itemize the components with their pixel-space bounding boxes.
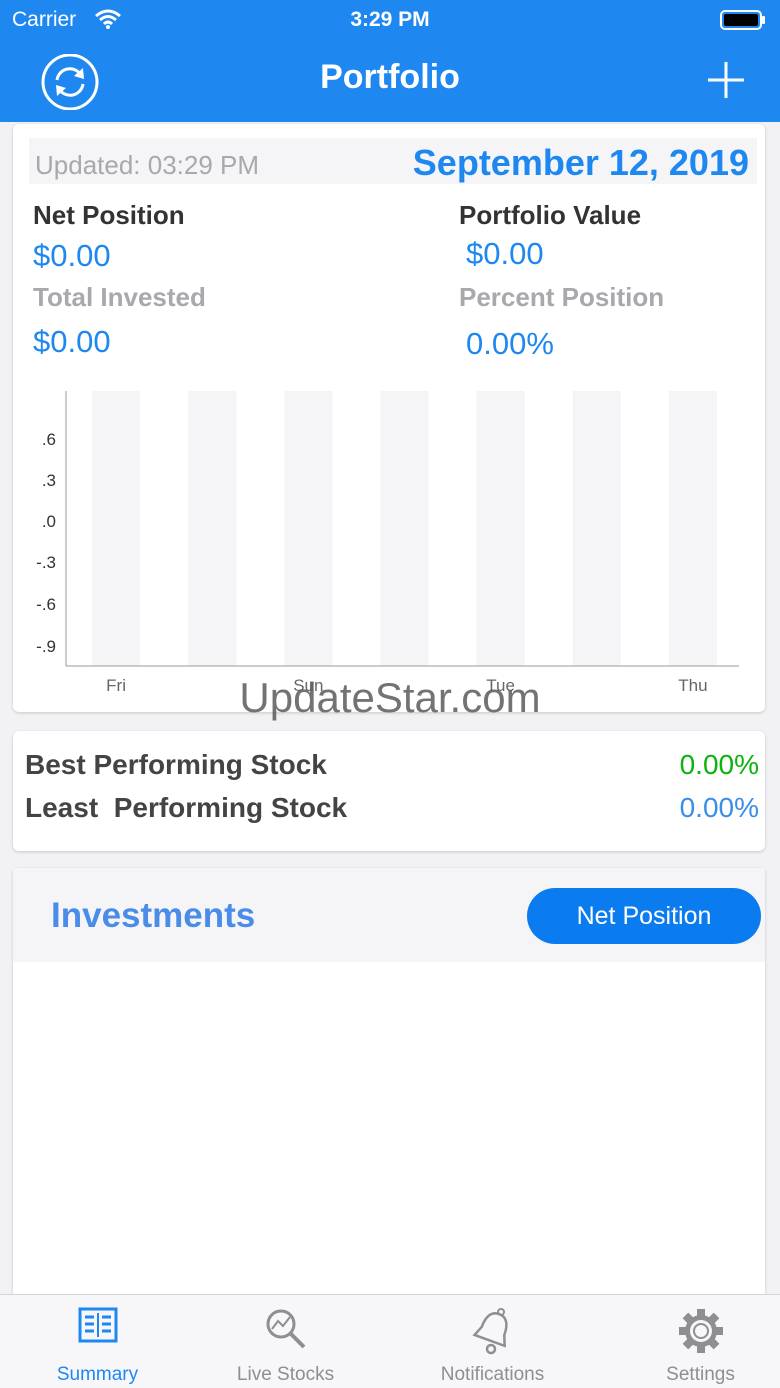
- investments-header: Investments Net Position: [13, 868, 765, 962]
- least-performing-label: Least Performing Stock: [25, 792, 348, 823]
- chart-bar-fri: [92, 391, 141, 666]
- net-position-value: $0.00: [33, 238, 111, 273]
- chart-y-tick-label: -.9: [36, 637, 56, 656]
- chart-bar-wed: [572, 391, 621, 666]
- tab-notifications-label: Notifications: [440, 1364, 545, 1385]
- chart-y-tick-label: .0: [42, 512, 56, 531]
- least-performing-value: 0.00%: [679, 792, 759, 823]
- percent-position-label: Percent Position: [459, 282, 665, 312]
- summary-date: September 12, 2019: [412, 142, 749, 183]
- battery-icon: [720, 10, 766, 35]
- tab-live-stocks[interactable]: Live Stocks: [188, 1295, 383, 1388]
- chart-bar-tue: [476, 391, 525, 666]
- chart-bar-thu: [668, 391, 717, 666]
- nav-bar: Portfolio: [0, 40, 780, 122]
- tab-summary[interactable]: Summary: [0, 1295, 195, 1388]
- gear-icon: [677, 1307, 725, 1360]
- portfolio-value-value: $0.00: [466, 236, 544, 271]
- net-position-button[interactable]: Net Position: [527, 888, 761, 944]
- total-invested-label: Total Invested: [33, 282, 206, 312]
- summary-card: Updated: 03:29 PM September 12, 2019 Net…: [13, 124, 765, 712]
- status-bar: Carrier 3:29 PM: [0, 0, 780, 40]
- performance-card: Best Performing Stock 0.00% Least Perfor…: [13, 731, 765, 851]
- tab-summary-label: Summary: [56, 1364, 139, 1385]
- tab-notifications[interactable]: Notifications: [395, 1295, 590, 1388]
- summary-icon: [78, 1307, 118, 1348]
- best-performing-value: 0.00%: [679, 749, 759, 780]
- live-stocks-icon: [264, 1307, 308, 1356]
- status-time: 3:29 PM: [350, 8, 430, 31]
- investments-list[interactable]: [13, 962, 765, 1298]
- page-title: Portfolio: [320, 58, 460, 96]
- portfolio-value-label: Portfolio Value: [459, 200, 642, 230]
- chart-y-tick-label: -.3: [36, 553, 56, 572]
- portfolio-chart: .6.3.0-.3-.6-.9Fri Sun Tue Thu: [36, 391, 739, 695]
- chart-y-tick-label: -.6: [36, 595, 56, 614]
- tab-live-stocks-label: Live Stocks: [236, 1364, 335, 1385]
- chart-bar-sun: [284, 391, 333, 666]
- best-performing-label: Best Performing Stock: [25, 749, 327, 780]
- percent-position-value: 0.00%: [466, 326, 554, 361]
- tab-settings[interactable]: Settings: [603, 1295, 780, 1388]
- chart-bar-mon: [380, 391, 429, 666]
- total-invested-value: $0.00: [33, 324, 111, 359]
- investments-title: Investments: [51, 896, 256, 935]
- watermark: UpdateStar.com: [239, 674, 541, 721]
- chart-y-tick-label: .6: [42, 430, 56, 449]
- updated-time: Updated: 03:29 PM: [35, 150, 260, 180]
- bell-icon: [471, 1307, 515, 1360]
- net-position-label: Net Position: [33, 200, 185, 230]
- updated-row: Updated: 03:29 PM September 12, 2019: [29, 138, 757, 184]
- chart-bar-sat: [188, 391, 237, 666]
- investments-card: Investments Net Position: [13, 868, 765, 1298]
- tab-settings-label: Settings: [666, 1364, 735, 1385]
- tab-bar: Summary Live Stocks Notifications Settin…: [0, 1294, 780, 1388]
- chart-y-tick-label: .3: [42, 471, 56, 490]
- add-icon[interactable]: [704, 58, 748, 107]
